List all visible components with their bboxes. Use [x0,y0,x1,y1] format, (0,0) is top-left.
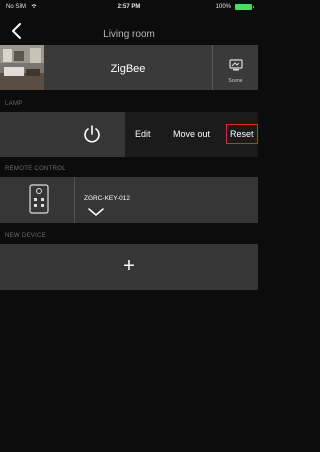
edit-button[interactable]: Edit [135,129,151,139]
gateway-bar[interactable]: ZigBee Scene [0,45,258,90]
status-bar: No SIM 2:57 PM 100% [0,0,258,14]
lamp-row[interactable]: Edit Move out Reset [0,112,258,157]
room-thumbnail [0,45,44,90]
section-label: NEW DEVICE [5,233,47,239]
lamp-swipe-actions: Edit Move out Reset [125,112,258,157]
section-label: REMOTE CONTROL [5,166,66,172]
section-header-remote: REMOTE CONTROL [0,162,258,176]
divider [74,177,75,223]
battery-icon [235,4,254,10]
lamp-cell[interactable] [0,112,125,157]
remote-device-name: ZGRC-KEY-012 [84,195,130,202]
move-out-button[interactable]: Move out [173,129,210,139]
scene-button[interactable]: Scene [213,45,258,90]
page-title: Living room [103,29,155,40]
gateway-name: ZigBee [110,63,146,75]
plus-icon: + [123,255,135,277]
remote-control-row[interactable]: ZGRC-KEY-012 [0,177,258,223]
add-device-button[interactable]: + [0,244,258,290]
nav-bar: Living room [0,16,258,46]
battery-percent: 100% [215,4,231,10]
reset-button[interactable]: Reset [226,124,258,144]
section-header-lamp: LAMP [0,97,258,111]
scene-icon [229,59,243,71]
chevron-down-icon[interactable] [88,208,104,216]
remote-control-icon [29,184,49,214]
section-label: LAMP [5,101,23,107]
scene-label: Scene [228,78,243,84]
section-header-new-device: NEW DEVICE [0,229,258,243]
power-icon[interactable] [82,124,102,144]
